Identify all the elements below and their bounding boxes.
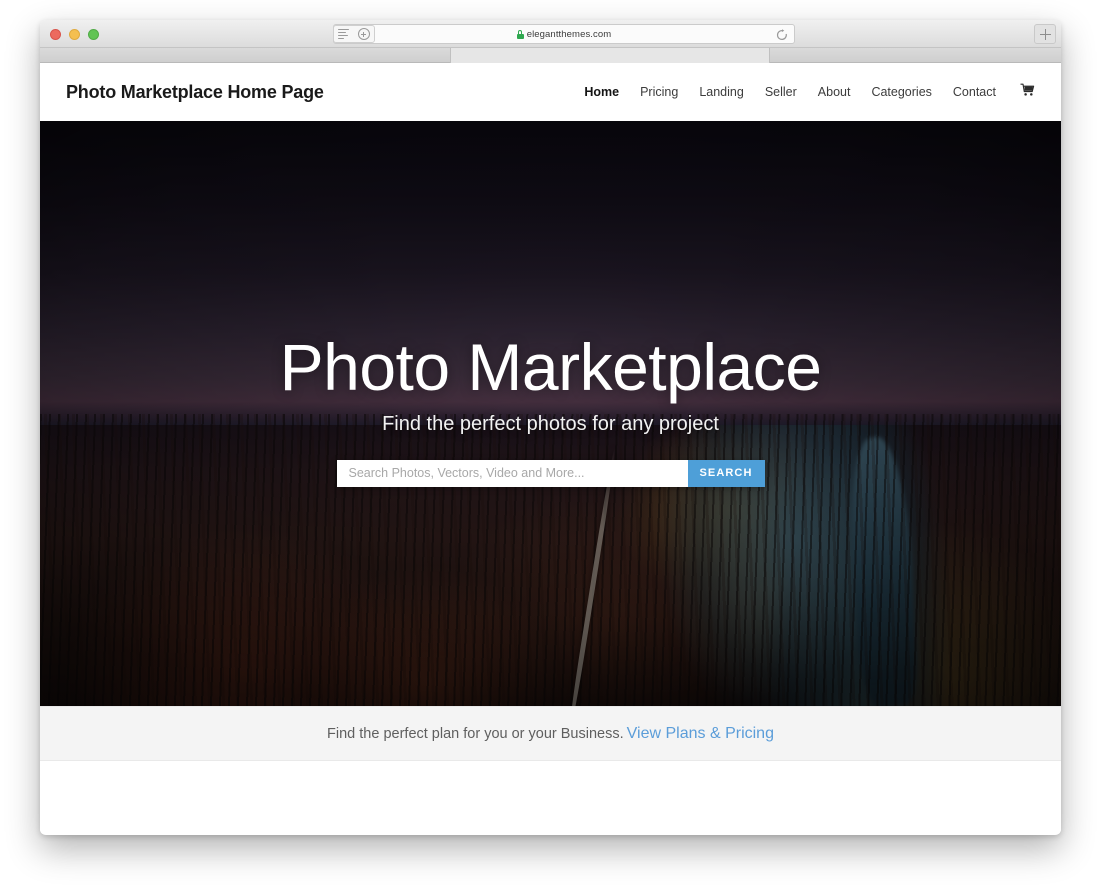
main-navigation: Home Pricing Landing Seller About Catego…	[584, 83, 1035, 102]
plus-icon	[1039, 28, 1051, 40]
url-text: elegantthemes.com	[526, 28, 612, 40]
hero-search-form: SEARCH	[336, 459, 765, 487]
shopping-cart-icon[interactable]	[1020, 83, 1035, 102]
tab-strip	[40, 48, 1061, 63]
plus-circle-icon[interactable]	[357, 28, 370, 40]
new-tab-button[interactable]	[1034, 24, 1056, 44]
minimize-window-button[interactable]	[69, 28, 80, 40]
site-logo[interactable]: Photo Marketplace Home Page	[66, 82, 324, 103]
hero-section: Photo Marketplace Find the perfect photo…	[40, 121, 1061, 706]
cta-strip: Find the perfect plan for you or your Bu…	[40, 706, 1061, 761]
list-lines-icon[interactable]	[338, 27, 350, 41]
lock-icon	[516, 29, 524, 39]
close-window-button[interactable]	[50, 28, 61, 40]
nav-item-pricing[interactable]: Pricing	[640, 85, 678, 99]
nav-item-home[interactable]: Home	[584, 85, 619, 99]
page-bottom-area	[40, 761, 1061, 834]
page-viewport: Photo Marketplace Home Page Home Pricing…	[40, 63, 1061, 834]
nav-item-contact[interactable]: Contact	[953, 85, 996, 99]
cta-text: Find the perfect plan for you or your Bu…	[327, 725, 624, 742]
browser-window: elegantthemes.com Photo Marketplace Home…	[40, 20, 1061, 835]
hero-content: Photo Marketplace Find the perfect photo…	[40, 121, 1061, 487]
site-header: Photo Marketplace Home Page Home Pricing…	[40, 63, 1061, 121]
nav-item-seller[interactable]: Seller	[765, 85, 797, 99]
address-bar[interactable]: elegantthemes.com	[333, 24, 795, 44]
nav-item-categories[interactable]: Categories	[871, 85, 931, 99]
hero-title: Photo Marketplace	[279, 330, 822, 404]
zoom-window-button[interactable]	[88, 28, 99, 40]
browser-tab[interactable]	[450, 48, 770, 63]
reload-icon[interactable]	[776, 29, 788, 41]
toolbar-left-icon-group	[333, 25, 375, 43]
view-plans-pricing-link[interactable]: View Plans & Pricing	[627, 725, 774, 743]
window-controls	[50, 20, 99, 48]
address-bar-content: elegantthemes.com	[516, 28, 612, 40]
search-button[interactable]: SEARCH	[687, 459, 765, 487]
browser-toolbar: elegantthemes.com	[40, 20, 1061, 48]
search-input[interactable]	[336, 459, 688, 487]
nav-item-landing[interactable]: Landing	[699, 85, 744, 99]
nav-item-about[interactable]: About	[818, 85, 851, 99]
hero-subtitle: Find the perfect photos for any project	[382, 412, 719, 435]
